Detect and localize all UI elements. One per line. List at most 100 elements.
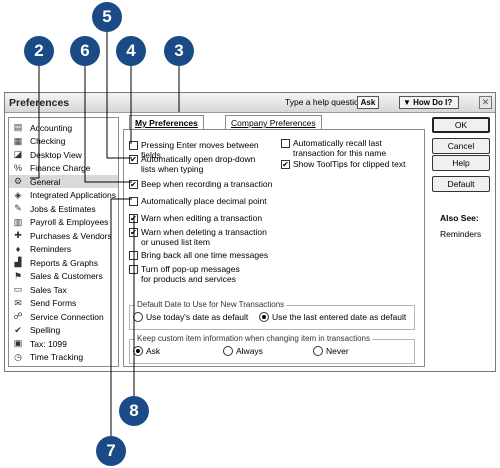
sidebar-item-checking[interactable]: ▦ Checking	[9, 135, 118, 148]
sidebar-item-label: Spelling	[30, 325, 61, 335]
sidebar-item-label: Integrated Applications	[30, 190, 117, 200]
sidebar-item-finance-charge[interactable]: % Finance Charge	[9, 162, 118, 175]
sidebar-item-service-connection[interactable]: ☍ Service Connection	[9, 310, 118, 323]
checkbox[interactable]: ✔	[129, 214, 138, 223]
option-label: Warn when editing a transaction	[141, 213, 263, 223]
also-see-reminders-link[interactable]: Reminders	[440, 229, 481, 239]
sidebar-item-reminders[interactable]: ♦ Reminders	[9, 243, 118, 256]
option-auto-decimal[interactable]: Automatically place decimal point	[129, 196, 279, 206]
sidebar-item-label: Service Connection	[30, 311, 104, 322]
sidebar-item-reports[interactable]: ▟ Reports & Graphs	[9, 256, 118, 269]
close-icon[interactable]: ✕	[479, 96, 492, 109]
tab-company-preferences[interactable]: Company Preferences	[225, 115, 322, 129]
radio-label: Use the last entered date as default	[272, 312, 407, 322]
radio-button[interactable]	[133, 312, 143, 322]
sidebar-item-tax-1099[interactable]: ▣ Tax: 1099	[9, 337, 118, 350]
sidebar-item-time-tracking[interactable]: ◷ Time Tracking	[9, 351, 118, 364]
checkbox[interactable]	[129, 251, 138, 260]
option-label: Show ToolTips for clipped text	[293, 159, 406, 169]
radio-use-last-date[interactable]: Use the last entered date as default	[259, 312, 406, 322]
sidebar-item-desktop-view[interactable]: ◪ Desktop View	[9, 148, 118, 161]
cancel-button[interactable]: Cancel	[432, 138, 490, 154]
option-label: Turn off pop-up messages for products an…	[141, 264, 240, 284]
preferences-sidebar: ▤ Accounting ▦ Checking ◪ Desktop View % Fin…	[8, 117, 119, 367]
option-turn-off-popups[interactable]: Turn off pop-up messages for products an…	[129, 264, 249, 284]
radio-label: Use today's date as default	[146, 312, 249, 322]
chevron-down-icon: ▼	[403, 98, 414, 107]
callout-8: 8	[119, 396, 149, 426]
option-label: Automatically open drop-down lists when …	[141, 154, 256, 174]
ask-button[interactable]: Ask	[357, 96, 379, 109]
radio-button[interactable]	[313, 346, 323, 356]
service-connection-icon: ☍	[13, 311, 23, 321]
checkbox[interactable]	[129, 141, 138, 150]
checkbox[interactable]: ✔	[129, 180, 138, 189]
reminders-icon: ♦	[15, 244, 21, 254]
help-button[interactable]: Help	[432, 155, 490, 171]
payroll-icon: ▥	[13, 216, 23, 227]
option-bring-back-messages[interactable]: Bring back all one time messages	[129, 250, 279, 260]
finance-charge-icon: %	[13, 163, 22, 173]
option-warn-editing[interactable]: ✔ Warn when editing a transaction	[129, 213, 279, 223]
sidebar-item-sales-customers[interactable]: ⚑ Sales & Customers	[9, 270, 118, 283]
also-see-label: Also See:	[440, 213, 479, 223]
radio-button[interactable]	[259, 312, 269, 322]
option-label: Bring back all one time messages	[141, 250, 269, 260]
custom-item-group: Keep custom item information when changi…	[129, 334, 415, 364]
how-do-i-label: How Do I?	[413, 98, 453, 107]
checkbox[interactable]: ✔	[281, 160, 290, 169]
option-label: Warn when deleting a transaction or unus…	[141, 227, 267, 247]
custom-item-label: Keep custom item information when changi…	[135, 334, 373, 343]
sidebar-item-integrated-applications[interactable]: ◈ Integrated Applications	[9, 189, 118, 202]
spelling-icon: ✔	[14, 324, 22, 335]
sidebar-item-sales-tax[interactable]: ▭ Sales Tax	[9, 283, 118, 296]
callout-6: 6	[70, 36, 100, 66]
radio-button[interactable]	[133, 346, 143, 356]
sidebar-item-label: Reports & Graphs	[30, 257, 99, 268]
radio-ask[interactable]: Ask	[133, 346, 160, 356]
sidebar-item-jobs-estimates[interactable]: ✎ Jobs & Estimates	[9, 202, 118, 215]
ok-button[interactable]: OK	[432, 117, 490, 133]
tab-my-preferences[interactable]: My Preferences	[129, 115, 204, 130]
sidebar-item-accounting[interactable]: ▤ Accounting	[9, 121, 118, 134]
sidebar-item-label: Jobs & Estimates	[30, 203, 96, 214]
sidebar-item-general[interactable]: ⚙ General	[9, 175, 118, 188]
checkbox[interactable]: ✔	[129, 155, 138, 164]
sales-tax-icon: ▭	[13, 284, 23, 294]
reports-icon: ▟	[14, 257, 22, 267]
sidebar-item-send-forms[interactable]: ✉ Send Forms	[9, 297, 118, 310]
help-question-label: Type a help question	[285, 97, 364, 107]
radio-label: Never	[326, 346, 349, 356]
option-auto-open-dropdowns[interactable]: ✔ Automatically open drop-down lists when…	[129, 154, 269, 174]
callout-4: 4	[116, 36, 146, 66]
option-auto-recall[interactable]: Automatically recall last transaction fo…	[281, 138, 421, 158]
sidebar-item-spelling[interactable]: ✔ Spelling	[9, 324, 118, 337]
sidebar-item-payroll[interactable]: ▥ Payroll & Employees	[9, 216, 118, 229]
option-show-tooltips[interactable]: ✔ Show ToolTips for clipped text	[281, 159, 421, 169]
checkbox[interactable]	[129, 265, 138, 274]
radio-never[interactable]: Never	[313, 346, 349, 356]
option-beep-recording[interactable]: ✔ Beep when recording a transaction	[129, 179, 279, 189]
radio-always[interactable]: Always	[223, 346, 263, 356]
sidebar-item-label: Purchases & Vendors	[30, 230, 112, 241]
checking-icon: ▦	[13, 135, 23, 146]
sidebar-item-purchases[interactable]: ✚ Purchases & Vendors	[9, 229, 118, 242]
sidebar-item-label: Finance Charge	[30, 163, 91, 173]
general-icon: ⚙	[13, 176, 23, 186]
checkbox[interactable]: ✔	[129, 228, 138, 237]
window-title: Preferences	[9, 97, 70, 109]
sidebar-item-label: Checking	[30, 136, 66, 146]
checkbox[interactable]	[281, 139, 290, 148]
radio-use-todays-date[interactable]: Use today's date as default	[133, 312, 248, 322]
jobs-estimates-icon: ✎	[14, 203, 22, 213]
radio-button[interactable]	[223, 346, 233, 356]
default-date-label: Default Date to Use for New Transactions	[135, 300, 287, 309]
option-warn-deleting[interactable]: ✔ Warn when deleting a transaction or unu…	[129, 227, 269, 247]
radio-label: Ask	[146, 346, 161, 356]
sidebar-item-label: Payroll & Employees	[30, 217, 109, 227]
sidebar-item-label: Sales Tax	[30, 284, 67, 295]
checkbox[interactable]	[129, 197, 138, 206]
how-do-i-button[interactable]: ▼ How Do I?	[399, 96, 459, 109]
accounting-icon: ▤	[13, 122, 23, 132]
default-button[interactable]: Default	[432, 176, 490, 192]
